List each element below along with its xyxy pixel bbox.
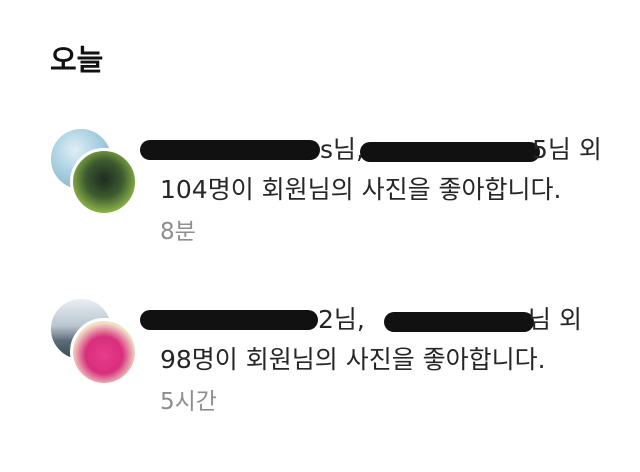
timestamp: 8분: [160, 219, 196, 245]
redacted-username: [384, 312, 534, 332]
redacted-username: [140, 310, 318, 330]
notification-item[interactable]: 2님, 님 외 98명이 회원님의 사진을 좋아합니다. 5시간: [0, 288, 640, 428]
username-suffix: 5님 외: [532, 135, 602, 164]
redacted-username: [140, 140, 320, 160]
username-suffix: 님 외: [528, 305, 582, 334]
avatar-stack[interactable]: [48, 296, 140, 388]
liker-names: s님, 5님 외: [140, 130, 620, 170]
avatar[interactable]: [70, 148, 138, 216]
username-suffix: 2님,: [318, 305, 365, 334]
notification-message: 98명이 회원님의 사진을 좋아합니다.: [160, 345, 546, 374]
redacted-username: [360, 142, 540, 162]
notification-text: s님, 5님 외 104명이 회원님의 사진을 좋아합니다. 8분: [140, 130, 620, 250]
timestamp: 5시간: [160, 389, 217, 415]
username-suffix: s님,: [320, 135, 364, 164]
avatar-stack[interactable]: [48, 126, 140, 218]
notification-item[interactable]: s님, 5님 외 104명이 회원님의 사진을 좋아합니다. 8분: [0, 118, 640, 258]
notification-message: 104명이 회원님의 사진을 좋아합니다.: [160, 175, 562, 204]
section-title-today: 오늘: [50, 43, 104, 77]
avatar[interactable]: [70, 318, 138, 386]
liker-names: 2님, 님 외: [140, 300, 620, 340]
notification-text: 2님, 님 외 98명이 회원님의 사진을 좋아합니다. 5시간: [140, 300, 620, 420]
